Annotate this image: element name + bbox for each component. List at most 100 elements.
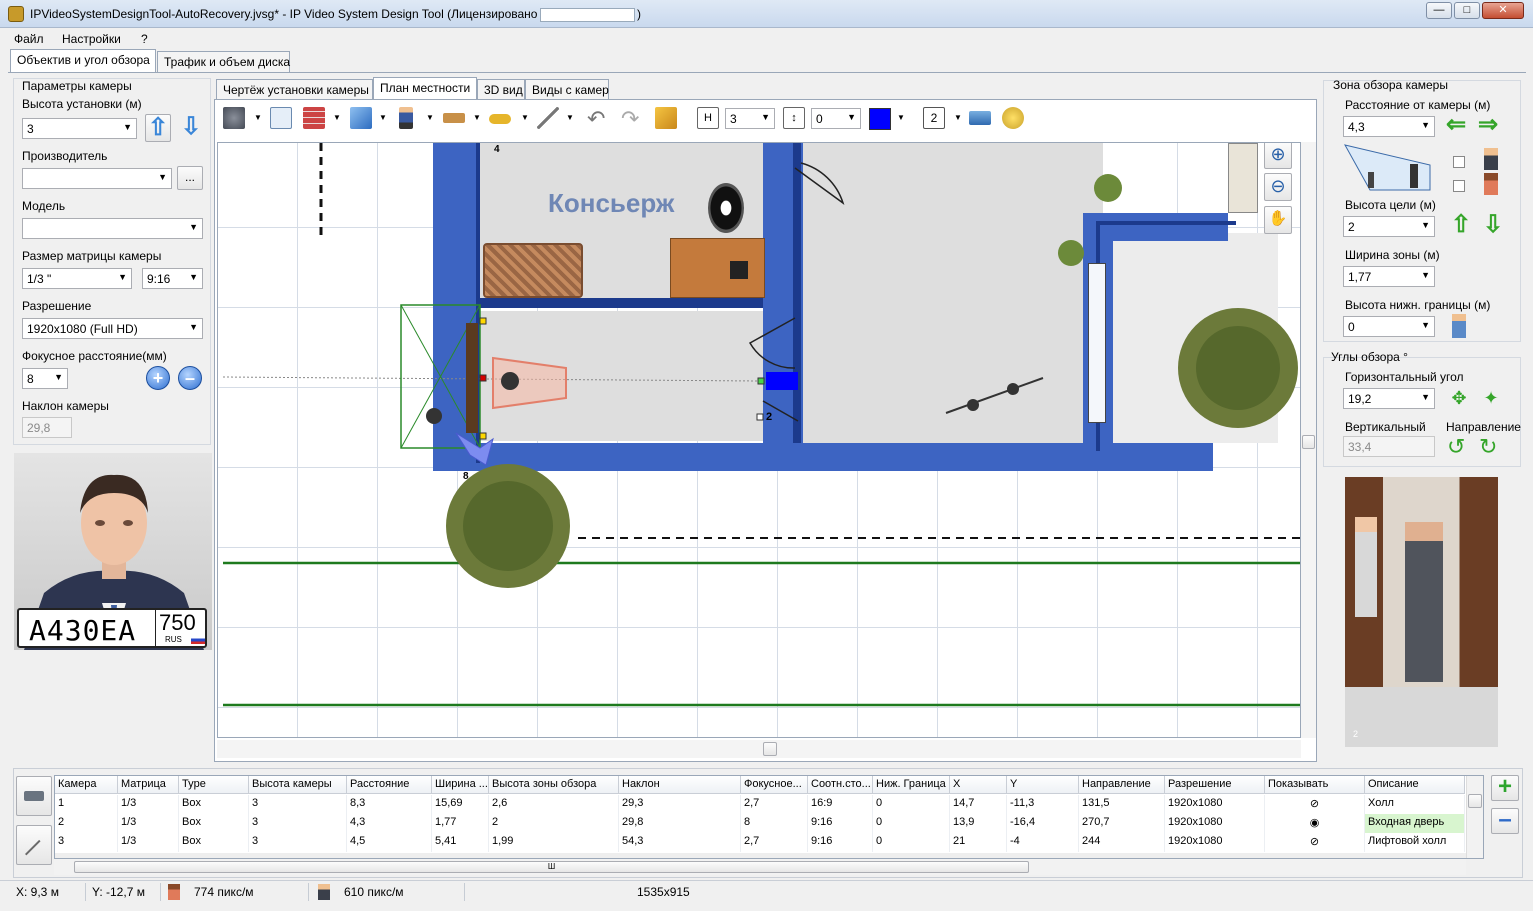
lines-list-button[interactable] xyxy=(16,825,52,865)
person-tool-icon[interactable] xyxy=(399,107,413,129)
column-header[interactable]: Соотн.сто... xyxy=(808,776,873,794)
undo-icon[interactable]: ↶ xyxy=(587,106,605,132)
site-plan-canvas[interactable]: Консьерж 4 2 8 ⊕ ⊖ ✋ xyxy=(217,142,1301,738)
chevron-down-icon[interactable]: ▼ xyxy=(333,113,341,122)
column-header[interactable]: Ниж. Граница xyxy=(873,776,950,794)
manufacturer-combo[interactable]: ▼ xyxy=(22,168,172,189)
height-down-button[interactable]: ⇩ xyxy=(181,114,201,142)
distance-combo[interactable]: 4,3 ▼ xyxy=(1343,116,1435,137)
add-camera-button[interactable]: + xyxy=(1491,775,1519,801)
eye-off-icon[interactable]: ⊘ xyxy=(1265,833,1365,852)
rotate-right-icon[interactable]: ↻ xyxy=(1479,434,1497,460)
tab-installation-drawing[interactable]: Чертёж установки камеры xyxy=(216,79,373,100)
camera-icon[interactable] xyxy=(766,372,798,390)
clear-brush-icon[interactable] xyxy=(655,107,677,129)
menu-settings[interactable]: Настройки xyxy=(62,32,121,46)
column-header[interactable]: Направление xyxy=(1079,776,1165,794)
elevation-combo[interactable]: 0 ▼ xyxy=(811,108,861,129)
height-up-button[interactable]: ⇧ xyxy=(145,114,171,142)
color-picker-swatch[interactable] xyxy=(869,108,891,130)
target-height-up-button[interactable]: ⇧ xyxy=(1451,210,1471,239)
tab-lens[interactable]: Объектив и угол обзора xyxy=(10,49,156,72)
tab-traffic[interactable]: Трафик и объем диска xyxy=(157,51,290,72)
zoom-out-button[interactable]: ⊖ xyxy=(1264,173,1292,201)
distance-decrease-button[interactable]: ⇐ xyxy=(1446,110,1466,139)
resize-handle[interactable] xyxy=(479,317,487,325)
eye-off-icon[interactable]: ⊘ xyxy=(1265,795,1365,814)
print-icon[interactable] xyxy=(969,111,991,125)
table-scroll-thumb[interactable]: Ш xyxy=(74,861,1029,873)
column-header[interactable]: Показывать xyxy=(1265,776,1365,794)
line-tool-icon[interactable] xyxy=(537,107,559,129)
close-button[interactable]: ✕ xyxy=(1482,2,1524,19)
table-row[interactable]: 1 1/3 Box 3 8,3 15,69 2,6 29,3 2,7 16:9 0 14,7 -11,3… xyxy=(55,795,1483,814)
line-width-button[interactable]: 2 xyxy=(923,107,945,129)
resize-handle[interactable] xyxy=(757,377,765,385)
table-scroll-thumb[interactable] xyxy=(1468,794,1482,808)
chevron-down-icon[interactable]: ▼ xyxy=(954,113,962,122)
horizontal-scroll-thumb[interactable] xyxy=(763,742,777,756)
female-target-checkbox[interactable] xyxy=(1453,180,1465,192)
column-header[interactable]: Ширина ... xyxy=(432,776,489,794)
car-tool-icon[interactable] xyxy=(489,114,511,124)
browse-button[interactable]: ... xyxy=(177,166,203,190)
chevron-down-icon[interactable]: ▼ xyxy=(379,113,387,122)
expand-angle-icon[interactable]: ✥ xyxy=(1448,388,1470,410)
camera-tool-icon[interactable] xyxy=(223,107,245,129)
column-header[interactable]: Расстояние xyxy=(347,776,432,794)
model-combo[interactable]: ▼ xyxy=(22,218,203,239)
sensor-combo[interactable]: 1/3 " ▼ xyxy=(22,268,132,289)
column-header[interactable]: Наклон xyxy=(619,776,741,794)
bench-tool-icon[interactable] xyxy=(443,113,465,123)
vertical-scroll-thumb[interactable] xyxy=(1302,435,1315,449)
menu-help[interactable]: ? xyxy=(141,32,148,46)
remove-camera-button[interactable]: – xyxy=(1491,808,1519,834)
resize-handle[interactable] xyxy=(479,432,487,440)
import-plan-icon[interactable] xyxy=(270,107,292,129)
target-height-down-button[interactable]: ⇩ xyxy=(1483,210,1503,239)
table-row[interactable]: 3 1/3 Box 3 4,5 5,41 1,99 54,3 2,7 9:16 0 21 -4 244 19… xyxy=(55,833,1483,852)
focal-plus-button[interactable]: + xyxy=(146,366,170,390)
tab-3d-view[interactable]: 3D вид xyxy=(477,79,525,100)
horizontal-angle-combo[interactable]: 19,2 ▼ xyxy=(1343,388,1435,409)
shrink-angle-icon[interactable]: ✦ xyxy=(1480,388,1502,410)
lower-bound-combo[interactable]: 0 ▼ xyxy=(1343,316,1435,337)
redo-icon[interactable]: ↷ xyxy=(621,106,639,132)
minimize-button[interactable]: — xyxy=(1426,2,1452,19)
table-row[interactable]: 2 1/3 Box 3 4,3 1,77 2 29,8 8 9:16 0 13,9 -16,4 270,7… xyxy=(55,814,1483,833)
chevron-down-icon[interactable]: ▼ xyxy=(521,113,529,122)
column-header[interactable]: Высота камеры xyxy=(249,776,347,794)
table-vertical-scrollbar[interactable] xyxy=(1466,776,1483,858)
cube-tool-icon[interactable] xyxy=(350,107,372,129)
resolution-combo[interactable]: 1920x1080 (Full HD) ▼ xyxy=(22,318,203,339)
male-target-checkbox[interactable] xyxy=(1453,156,1465,168)
horizontal-scrollbar[interactable] xyxy=(217,740,1301,758)
zone-width-combo[interactable]: 1,77 ▼ xyxy=(1343,266,1435,287)
rotate-left-icon[interactable]: ↺ xyxy=(1447,434,1465,460)
column-header[interactable]: Высота зоны обзора xyxy=(489,776,619,794)
zoom-in-button[interactable]: ⊕ xyxy=(1264,143,1292,169)
cameras-list-button[interactable] xyxy=(16,776,52,816)
height-combo[interactable]: 3 ▼ xyxy=(22,118,137,139)
chevron-down-icon[interactable]: ▼ xyxy=(426,113,434,122)
aspect-combo[interactable]: 9:16 ▼ xyxy=(142,268,203,289)
eye-icon[interactable]: ◉ xyxy=(1265,814,1365,833)
chevron-down-icon[interactable]: ▼ xyxy=(254,113,262,122)
tab-site-plan[interactable]: План местности xyxy=(373,77,477,100)
wall-tool-icon[interactable] xyxy=(303,107,325,129)
resize-handle[interactable] xyxy=(479,374,487,382)
table-horizontal-scrollbar[interactable]: Ш xyxy=(54,859,1466,875)
column-header[interactable]: Камера xyxy=(55,776,118,794)
target-height-combo[interactable]: 2 ▼ xyxy=(1343,216,1435,237)
column-header[interactable]: Y xyxy=(1007,776,1079,794)
column-header[interactable]: Type xyxy=(179,776,249,794)
pan-hand-button[interactable]: ✋ xyxy=(1264,206,1292,234)
maximize-button[interactable]: □ xyxy=(1454,2,1480,19)
tape-measure-icon[interactable] xyxy=(1002,107,1024,129)
resize-handle[interactable] xyxy=(756,413,764,421)
chevron-down-icon[interactable]: ▼ xyxy=(897,113,905,122)
column-header[interactable]: Описание xyxy=(1365,776,1465,794)
tab-camera-views[interactable]: Виды с камер xyxy=(525,79,609,100)
column-header[interactable]: X xyxy=(950,776,1007,794)
chevron-down-icon[interactable]: ▼ xyxy=(566,113,574,122)
